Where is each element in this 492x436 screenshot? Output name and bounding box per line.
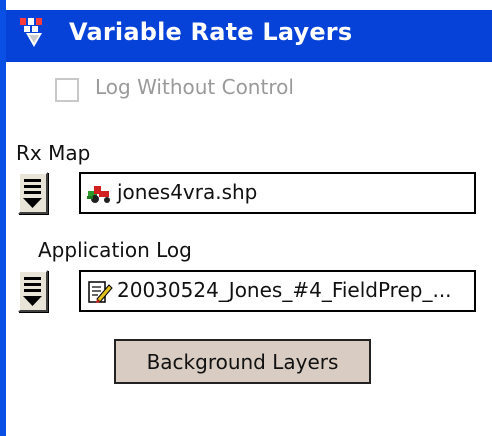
list-dropdown-icon (23, 277, 42, 306)
window-title: Variable Rate Layers (69, 18, 353, 46)
application-log-label: Application Log (38, 238, 192, 262)
rx-map-field[interactable]: jones4vra.shp (79, 172, 476, 214)
title-bar: Variable Rate Layers (6, 10, 492, 62)
log-without-control-checkbox[interactable] (55, 78, 79, 102)
rx-map-dropdown-button[interactable] (18, 172, 48, 214)
application-log-value: 20030524_Jones_#4_FieldPrep_... (117, 278, 452, 302)
background-layers-button[interactable]: Background Layers (114, 339, 371, 384)
rx-map-label: Rx Map (16, 141, 91, 165)
log-without-control-label: Log Without Control (95, 75, 294, 99)
variable-rate-layers-panel: Variable Rate Layers Log Without Control… (6, 0, 492, 436)
tractor-map-icon (87, 186, 110, 203)
layers-app-icon (20, 18, 42, 47)
list-dropdown-icon (23, 179, 42, 208)
log-edit-icon (88, 281, 113, 303)
rx-map-value: jones4vra.shp (117, 180, 258, 204)
application-log-dropdown-button[interactable] (18, 270, 48, 312)
application-log-field[interactable]: 20030524_Jones_#4_FieldPrep_... (79, 270, 476, 312)
